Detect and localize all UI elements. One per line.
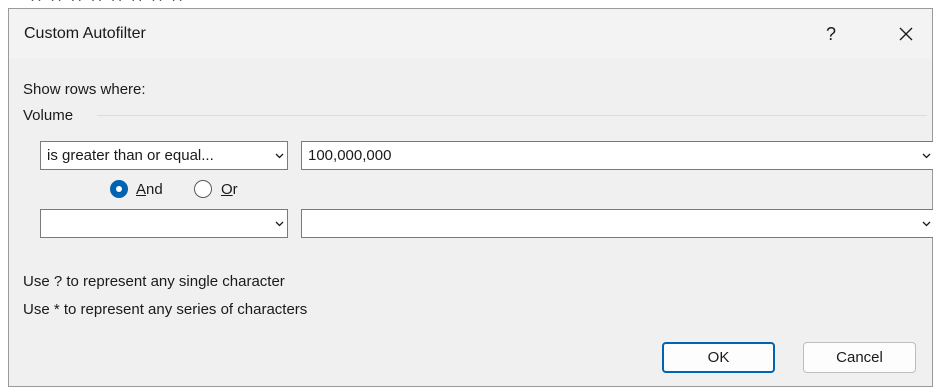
column-name-label: Volume — [23, 107, 74, 124]
chevron-down-icon — [273, 212, 285, 235]
and-radio[interactable] — [110, 180, 128, 198]
custom-autofilter-dialog: Custom Autofilter ? Show rows where: Vol… — [8, 8, 933, 387]
close-icon — [899, 27, 913, 41]
hint-single-char: Use ? to represent any single character — [23, 273, 285, 290]
ok-button[interactable]: OK — [662, 342, 775, 373]
operator-select-1-value: is greater than or equal... — [47, 147, 214, 164]
cancel-button-label: Cancel — [836, 349, 883, 366]
operator-select-1[interactable]: is greater than or equal... — [40, 141, 288, 170]
help-label: ? — [825, 23, 836, 44]
help-button[interactable]: ? — [808, 9, 854, 59]
close-button[interactable] — [883, 9, 929, 59]
value-combo-2[interactable] — [301, 209, 933, 238]
hint-series-chars: Use * to represent any series of charact… — [23, 301, 308, 318]
value-combo-1[interactable]: 100,000,000 — [301, 141, 933, 170]
group-divider — [97, 115, 927, 116]
chevron-down-icon — [273, 144, 285, 167]
or-radio[interactable] — [194, 180, 212, 198]
cancel-button[interactable]: Cancel — [803, 342, 916, 373]
dialog-title: Custom Autofilter — [24, 25, 146, 42]
show-rows-label: Show rows where: — [23, 81, 146, 98]
title-bar[interactable]: Custom Autofilter ? — [9, 9, 932, 59]
ok-button-label: OK — [707, 349, 730, 366]
background-sheet-text: ·· ·· ·· ·· ·· ·· ·· ·· — [30, 0, 185, 8]
operator-select-2[interactable] — [40, 209, 288, 238]
chevron-down-icon — [920, 144, 932, 167]
and-radio-label[interactable]: And — [136, 181, 163, 198]
chevron-down-icon — [920, 212, 932, 235]
value-combo-1-value: 100,000,000 — [308, 147, 392, 164]
or-radio-label[interactable]: Or — [221, 181, 238, 198]
